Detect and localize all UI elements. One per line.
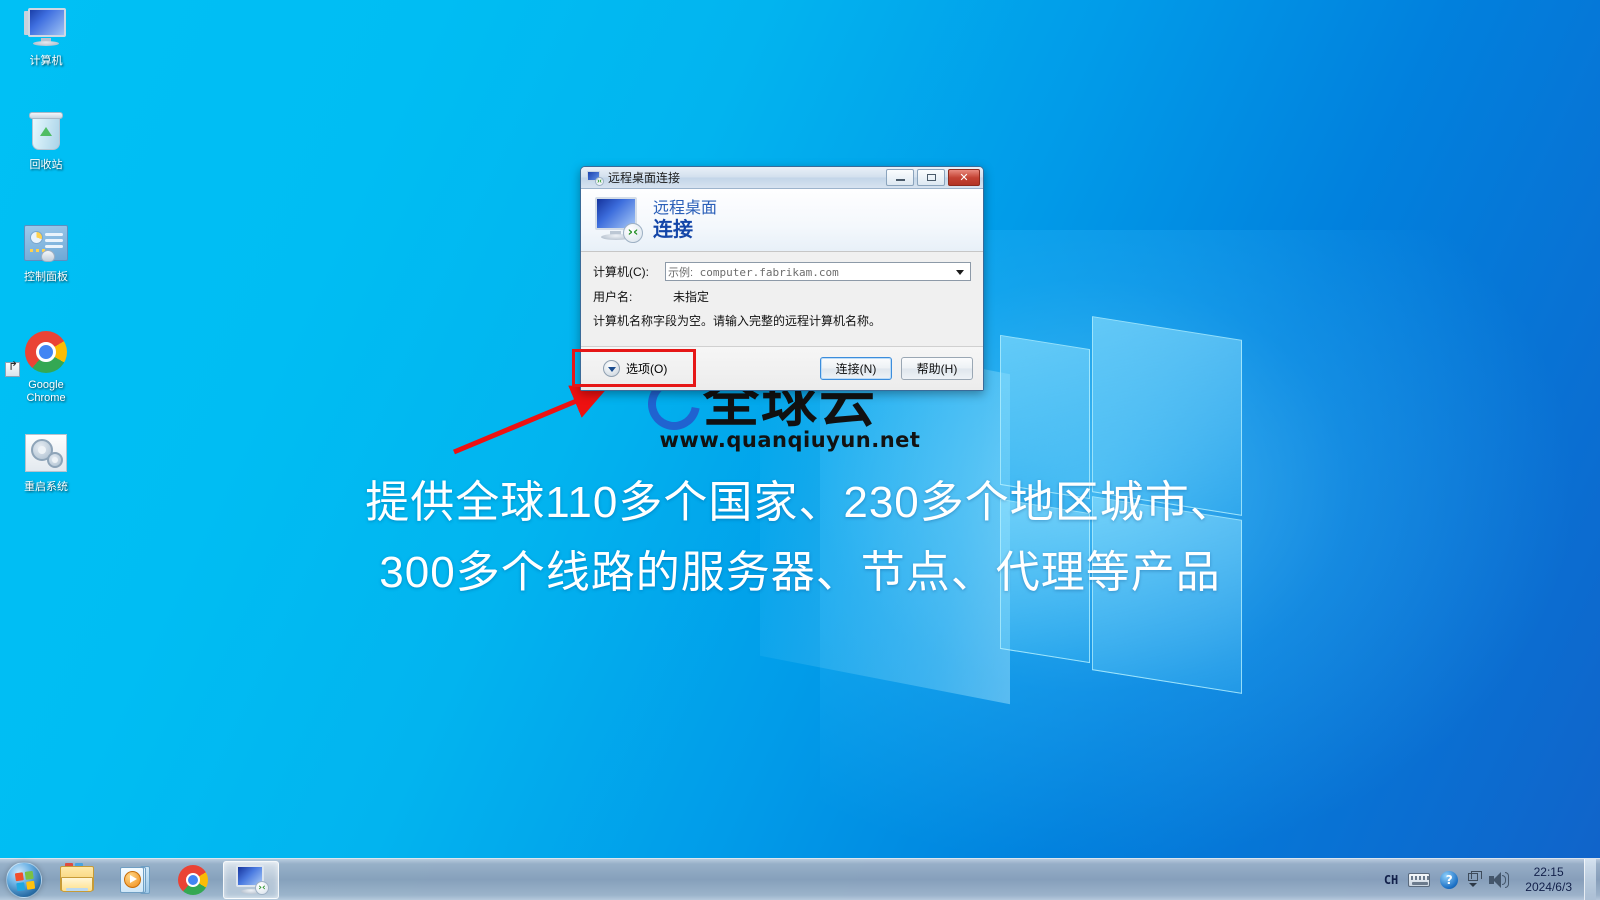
chevron-down-circle-icon <box>603 360 620 377</box>
dialog-footer: 选项(O) 连接(N) 帮助(H) <box>581 346 983 390</box>
chevron-down-icon[interactable] <box>952 265 968 280</box>
computer-icon <box>6 6 86 52</box>
keyboard-icon <box>1408 872 1431 887</box>
clock[interactable]: 22:15 2024/6/3 <box>1515 865 1582 895</box>
show-desktop-button[interactable] <box>1584 858 1596 900</box>
close-button[interactable]: ✕ <box>948 169 980 186</box>
system-tray[interactable]: CH ? 22:15 2024/6/3 <box>1379 858 1600 900</box>
dialog-body: 计算机(C): 示例: computer.fabrikam.com 用户名: 未… <box>581 252 983 329</box>
shortcut-overlay-icon <box>5 362 20 377</box>
minimize-button[interactable] <box>886 169 914 186</box>
dialog-title: 远程桌面连接 <box>608 171 681 185</box>
control-panel-icon <box>6 222 86 268</box>
watermark-url: www.quanqiuyun.net <box>659 428 921 452</box>
speaker-icon <box>1488 871 1510 889</box>
taskbar-item-windows-media-player[interactable] <box>107 861 163 899</box>
clock-time: 22:15 <box>1533 864 1564 879</box>
show-hidden-icons-icon <box>1468 870 1483 887</box>
remote-desktop-icon: ›‹ <box>587 170 604 186</box>
taskbar-item-remote-desktop-connection[interactable]: ›‹ <box>223 860 279 899</box>
recycle-bin-icon <box>6 110 86 156</box>
chrome-icon <box>5 330 86 377</box>
remote-desktop-icon: ›‹ <box>233 864 269 895</box>
desktop-icon-google-chrome[interactable]: Google Chrome <box>5 330 86 405</box>
computer-input[interactable]: 示例: computer.fabrikam.com <box>665 262 971 281</box>
computer-placeholder-value: computer.fabrikam.com <box>693 265 839 279</box>
validation-note: 计算机名称字段为空。请输入完整的远程计算机名称。 <box>593 314 882 328</box>
remote-desktop-connection-dialog[interactable]: ›‹ 远程桌面连接 ✕ ›‹ 远程桌面 连接 计算机(C): 示例: compu… <box>580 166 984 391</box>
computer-label: 计算机(C): <box>593 265 649 279</box>
desktop-icon-recycle-bin[interactable]: 回收站 <box>6 110 86 172</box>
dialog-header: ›‹ 远程桌面 连接 <box>581 189 983 252</box>
watermark-line-2: 300多个线路的服务器、节点、代理等产品 <box>379 548 1221 597</box>
header-title-line2: 连接 <box>653 218 693 241</box>
media-player-icon <box>120 865 150 894</box>
desktop-icon-label: 回收站 <box>29 159 63 171</box>
options-button-label: 选项(O) <box>626 362 668 376</box>
desktop-icon-computer[interactable]: 计算机 <box>6 6 86 68</box>
username-value: 未指定 <box>673 290 710 304</box>
computer-placeholder: 示例: computer.fabrikam.com <box>668 264 839 280</box>
chrome-icon <box>178 864 208 895</box>
tray-help-button[interactable]: ? <box>1435 859 1463 900</box>
tray-volume-button[interactable] <box>1483 859 1515 900</box>
username-label: 用户名: <box>593 290 633 304</box>
desktop-icon-control-panel[interactable]: 控制面板 <box>6 222 86 284</box>
question-mark-icon: ? <box>1440 870 1459 889</box>
computer-field-row: 计算机(C): 示例: computer.fabrikam.com <box>593 262 971 281</box>
maximize-button[interactable] <box>917 169 945 186</box>
tray-keyboard-button[interactable] <box>1403 859 1435 900</box>
header-title-line1: 远程桌面 <box>653 199 718 217</box>
tray-show-hidden-icons-button[interactable] <box>1463 859 1483 900</box>
help-button[interactable]: 帮助(H) <box>901 357 973 380</box>
ime-label: CH <box>1383 872 1399 887</box>
computer-placeholder-prefix: 示例: <box>668 266 694 279</box>
windows-logo-icon <box>6 861 42 898</box>
taskbar-item-google-chrome[interactable] <box>165 861 221 899</box>
dialog-titlebar[interactable]: ›‹ 远程桌面连接 ✕ <box>581 167 983 189</box>
start-button[interactable] <box>0 859 48 900</box>
taskbar-item-windows-explorer[interactable] <box>49 861 105 899</box>
desktop-icon-label: Google <box>28 379 64 391</box>
annotation-arrow-icon <box>453 385 608 455</box>
desktop[interactable]: 计算机 回收站 控制面板 Google Chrome 重启系统 全球云 www.… <box>0 0 1600 900</box>
desktop-icon-label-2: Chrome <box>26 392 66 404</box>
clock-date: 2024/6/3 <box>1525 879 1572 894</box>
desktop-icon-label: 计算机 <box>29 55 63 67</box>
tray-ime-indicator[interactable]: CH <box>1379 859 1403 900</box>
remote-desktop-large-icon: ›‹ <box>591 197 643 243</box>
watermark-line-1: 提供全球110多个国家、230多个地区城市、 <box>365 478 1235 527</box>
connect-button[interactable]: 连接(N) <box>820 357 892 380</box>
username-field-row: 用户名: 未指定 <box>593 288 971 305</box>
options-button[interactable]: 选项(O) <box>603 360 667 377</box>
desktop-icon-label: 控制面板 <box>24 271 68 283</box>
folder-icon <box>60 863 94 893</box>
taskbar[interactable]: ›‹ CH ? 22:15 2024/6/3 <box>0 858 1600 900</box>
